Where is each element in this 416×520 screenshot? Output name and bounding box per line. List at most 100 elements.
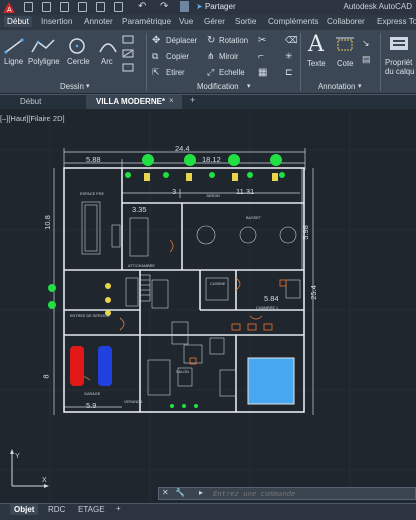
hatch-icon[interactable]	[122, 49, 134, 58]
svg-text:X: X	[42, 477, 47, 484]
room-label: BASSET	[246, 216, 261, 220]
tab-gerer[interactable]: Gérer	[204, 17, 225, 26]
save-icon[interactable]	[60, 2, 69, 12]
car-red	[70, 346, 84, 386]
command-input[interactable]	[213, 488, 413, 499]
room-label: CUISINE	[210, 282, 226, 286]
offset-icon[interactable]: ⊏	[285, 67, 293, 78]
trim-icon[interactable]: ✂	[258, 35, 266, 46]
app-title: Autodesk AutoCAD	[343, 2, 412, 11]
room-label: SALON	[176, 370, 189, 374]
app-logo-icon[interactable]: A	[2, 1, 16, 14]
text-button[interactable]: Texte	[307, 59, 326, 68]
orange-furniture	[189, 279, 287, 365]
move-icon: ✥	[152, 35, 161, 46]
close-tab-icon[interactable]: ×	[169, 96, 174, 105]
dim-inner-584: 5.84	[264, 294, 279, 303]
ribbon-tab-bar: Début Insertion Annoter Paramétrique Vue…	[0, 15, 416, 30]
tab-express-tools[interactable]: Express Too	[377, 17, 416, 26]
new-file-icon[interactable]	[24, 2, 33, 12]
rectangle-icon[interactable]	[122, 35, 134, 44]
rotate-button[interactable]: Rotation	[219, 36, 248, 45]
new-tab-icon[interactable]: +	[190, 95, 195, 105]
tab-vue[interactable]: Vue	[179, 17, 193, 26]
dimension-icon	[336, 37, 354, 51]
tab-insertion[interactable]: Insertion	[41, 17, 72, 26]
doc-tab-villa[interactable]: VILLA MODERNE*	[96, 97, 165, 106]
circle-icon[interactable]	[69, 38, 85, 54]
dim-right-254: 25.4	[308, 285, 318, 300]
svg-text:Y: Y	[15, 453, 20, 460]
panel-divider	[146, 33, 147, 91]
circle-button[interactable]: Cercle	[67, 57, 90, 66]
scale-icon: ⤢	[207, 67, 215, 77]
tab-etage[interactable]: ETAGE	[78, 505, 105, 514]
undo-icon[interactable]: ↶	[138, 1, 146, 12]
layer-properties-button[interactable]: Propriét	[385, 58, 412, 67]
copy-button[interactable]: Copier	[166, 52, 189, 61]
annotation-panel-title[interactable]: Annotation	[318, 82, 355, 91]
dim-top-total: 24.4	[175, 144, 190, 153]
command-history-icon[interactable]: ▸	[199, 488, 203, 497]
mirror-button[interactable]: Miroir	[219, 52, 239, 61]
array-icon[interactable]: ▦	[258, 67, 267, 78]
dimension-button[interactable]: Cote	[337, 59, 353, 68]
plot-icon[interactable]	[114, 2, 123, 12]
workspace-icon[interactable]	[180, 1, 189, 12]
draw-more-icon[interactable]	[122, 63, 134, 72]
open-file-icon[interactable]	[42, 2, 51, 12]
staircase	[139, 274, 151, 302]
web-icon[interactable]	[96, 2, 105, 12]
save-as-icon[interactable]	[78, 2, 87, 12]
share-button[interactable]: ➤ Partager	[196, 2, 236, 11]
panel-divider	[300, 33, 301, 91]
polyline-icon[interactable]	[31, 39, 55, 53]
leader-icon[interactable]: ↘	[362, 38, 370, 49]
dim-3: 3	[172, 187, 177, 196]
tab-model[interactable]: Objet	[10, 504, 39, 515]
erase-icon[interactable]: ⌫	[285, 35, 298, 46]
room-label: ENTREE DE SERVICE	[70, 314, 110, 318]
document-tab-bar	[0, 94, 416, 109]
tab-sortie[interactable]: Sortie	[235, 17, 256, 26]
redo-icon[interactable]: ↷	[160, 1, 168, 12]
room-label: JARDIN	[206, 194, 220, 198]
modify-panel-expand-icon[interactable]: ▾	[247, 82, 251, 90]
explode-icon[interactable]: ✳	[285, 51, 293, 62]
mirror-icon: ⋔	[207, 51, 215, 61]
tab-parametrique[interactable]: Paramétrique	[122, 17, 171, 26]
annotation-panel-expand-icon[interactable]: ▾	[358, 82, 362, 90]
doc-tab-start[interactable]: Début	[20, 97, 41, 106]
layer-properties-icon	[390, 37, 408, 50]
tab-annoter[interactable]: Annoter	[84, 17, 113, 26]
dim-left-8: 8	[41, 374, 51, 379]
tab-complements[interactable]: Compléments	[268, 17, 319, 26]
scale-button[interactable]: Echelle	[219, 68, 245, 77]
line-icon[interactable]	[4, 38, 24, 54]
move-button[interactable]: Déplacer	[166, 36, 197, 45]
draw-panel-expand-icon[interactable]: ▾	[86, 82, 90, 90]
add-layout-button[interactable]: +	[116, 504, 121, 513]
line-button[interactable]: Ligne	[4, 57, 23, 66]
tab-collaborer[interactable]: Collaborer	[327, 17, 365, 26]
dim-1131: 11.31	[236, 187, 255, 196]
close-command-icon[interactable]: ✕	[162, 488, 169, 497]
floor-plan-drawing[interactable]	[0, 110, 416, 503]
dim-bottom-59: 5.9	[86, 401, 97, 410]
copy-icon: ⧉	[152, 51, 159, 61]
draw-panel-title[interactable]: Dessin	[60, 82, 84, 91]
modify-panel-title[interactable]: Modification	[197, 82, 239, 91]
arc-button[interactable]: Arc	[101, 57, 113, 66]
dim-left-108: 10.8	[42, 215, 52, 230]
tab-debut[interactable]: Début	[4, 16, 32, 27]
text-icon: A	[308, 32, 324, 57]
fillet-icon[interactable]: ⌐	[258, 51, 264, 62]
tab-rdc[interactable]: RDC	[48, 505, 65, 514]
arc-icon[interactable]	[99, 43, 117, 53]
ucs-icon: Y X	[10, 449, 49, 488]
table-icon[interactable]: ▤	[362, 54, 371, 65]
panel-divider	[380, 33, 381, 91]
polyline-button[interactable]: Polyligne	[28, 57, 60, 66]
command-settings-icon[interactable]: 🔧	[175, 488, 185, 497]
stretch-button[interactable]: Etirer	[166, 68, 185, 77]
